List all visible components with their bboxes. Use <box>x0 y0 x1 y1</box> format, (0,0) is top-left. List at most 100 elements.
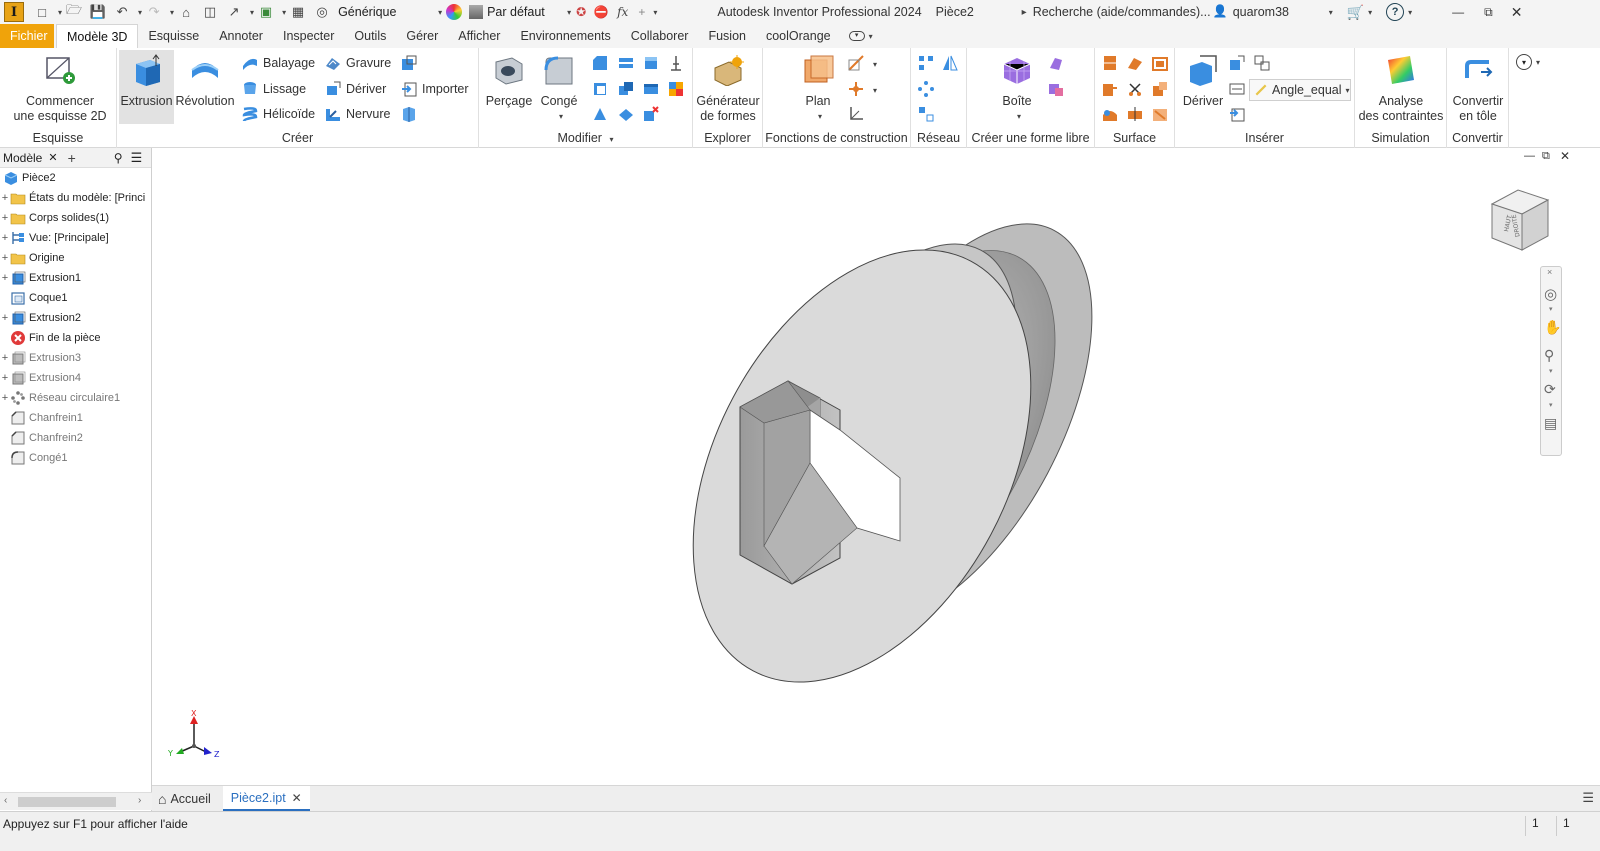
scroll-thumb[interactable] <box>18 797 116 807</box>
tree-node[interactable]: + Extrusion3 <box>0 348 81 368</box>
restore-icon[interactable]: ⧉ <box>1484 5 1493 20</box>
look-at-icon[interactable]: ▤ <box>1544 415 1557 432</box>
zoom-icon[interactable]: ⚲ <box>1544 347 1554 364</box>
rectangular-pattern-icon[interactable] <box>917 54 935 72</box>
cart-icon[interactable]: 🛒 <box>1347 4 1364 21</box>
tab-coolorange[interactable]: coolOrange <box>756 24 841 48</box>
tab-menu-icon[interactable]: ☰ <box>1582 790 1594 806</box>
thicken-icon[interactable] <box>642 80 660 98</box>
tab-modele-3d[interactable]: Modèle 3D <box>56 24 139 48</box>
chevron-down-icon[interactable]: ▾ <box>250 8 254 17</box>
select-icon[interactable]: ↗ <box>226 4 242 20</box>
gravure-button[interactable]: Gravure <box>324 52 391 74</box>
tab-environnements[interactable]: Environnements <box>510 24 620 48</box>
navbar-close-icon[interactable]: × <box>1547 267 1552 277</box>
insert-icon-2[interactable] <box>1253 54 1271 72</box>
browser-scrollbar[interactable]: ‹ › <box>0 792 152 810</box>
search-icon[interactable]: ⚲ <box>114 151 123 165</box>
adjust-icon[interactable]: ✪ <box>571 5 591 19</box>
derive-small-icon[interactable] <box>400 54 418 72</box>
tab-annoter[interactable]: Annoter <box>209 24 273 48</box>
measure-icon[interactable]: ▣ <box>258 4 274 20</box>
replace-face-icon[interactable] <box>617 105 635 123</box>
chevron-down-icon[interactable]: ▾ <box>58 8 62 17</box>
home-icon[interactable]: ⌂ <box>178 4 194 20</box>
tab-gerer[interactable]: Gérer <box>396 24 448 48</box>
ribbon-options[interactable]: ▾ ▾ <box>1516 54 1540 70</box>
close-icon[interactable]: ✕ <box>292 791 302 805</box>
tree-node[interactable]: + Corps solides(1) <box>0 208 109 228</box>
revolution-button[interactable]: Révolution <box>175 54 235 109</box>
scroll-right-icon[interactable]: › <box>138 795 141 806</box>
viewport-minimize-icon[interactable]: — <box>1524 150 1535 162</box>
tree-node[interactable]: Fin de la pièce <box>0 328 101 348</box>
insert-icon-3[interactable] <box>1228 80 1246 98</box>
tree-node[interactable]: + Extrusion2 <box>0 308 81 328</box>
insert-icon-1[interactable] <box>1228 54 1246 72</box>
close-icon[interactable]: ✕ <box>48 151 57 164</box>
nervure-button[interactable]: Nervure <box>324 103 390 125</box>
chevron-down-icon[interactable]: ▾ <box>1368 8 1372 17</box>
user-name[interactable]: quarom38 <box>1233 5 1325 19</box>
shell-tool-icon[interactable] <box>617 54 635 72</box>
chevron-down-icon[interactable]: ▾ <box>1549 401 1553 409</box>
parameter-select[interactable]: Angle_equal ▾ <box>1249 79 1351 101</box>
sculpt-icon[interactable] <box>1101 80 1119 98</box>
tree-node[interactable]: + Extrusion1 <box>0 268 81 288</box>
tab-piece2-ipt[interactable]: Pièce2.ipt ✕ <box>222 786 310 811</box>
viewcube[interactable]: HAUT DROITE <box>1482 182 1558 258</box>
delete-face-icon[interactable] <box>642 105 660 123</box>
freeform-edit-icon[interactable] <box>1047 54 1065 72</box>
chevron-down-icon[interactable]: ▾ <box>282 8 286 17</box>
open-folder-icon[interactable]: 🗁 <box>66 2 82 20</box>
importer-button[interactable]: Importer <box>400 78 469 100</box>
close-icon[interactable]: ✕ <box>1511 4 1523 21</box>
minimize-icon[interactable]: — <box>1452 5 1464 19</box>
chamfer-icon[interactable] <box>591 54 609 72</box>
chevron-down-icon[interactable]: ▾ <box>1549 367 1553 375</box>
expand-icon[interactable]: + <box>0 212 10 224</box>
tree-node[interactable]: + Vue: [Principale] <box>0 228 109 248</box>
combine-icon[interactable] <box>617 80 635 98</box>
move-face-icon[interactable] <box>591 105 609 123</box>
insert-deriver-button[interactable]: Dériver <box>1179 54 1227 109</box>
insert-icon-4[interactable] <box>1228 105 1246 123</box>
steering-wheel-icon[interactable]: ◎ <box>1544 285 1557 303</box>
plus-icon[interactable]: + <box>638 5 645 19</box>
lissage-button[interactable]: Lissage <box>241 78 306 100</box>
boite-button[interactable]: Boîte ▾ <box>987 54 1047 124</box>
expand-icon[interactable]: + <box>0 272 10 284</box>
chevron-down-icon[interactable]: ▾ <box>1329 8 1333 17</box>
extrusion-button[interactable]: Extrusion <box>119 50 174 124</box>
new-file-icon[interactable]: □ <box>34 4 50 20</box>
material-select[interactable]: Par défaut <box>465 2 563 22</box>
appearance-ball-icon[interactable]: ◎ <box>314 4 330 20</box>
appearance-select[interactable]: Générique <box>334 2 434 22</box>
part-model[interactable] <box>152 148 1600 785</box>
expand-icon[interactable]: + <box>0 232 10 244</box>
tree-root[interactable]: Pièce2 <box>3 168 56 188</box>
tab-fusion[interactable]: Fusion <box>698 24 756 48</box>
convert-sheet-metal-button[interactable]: Convertir en tôle <box>1447 54 1509 124</box>
freeform-convert-icon[interactable] <box>1047 80 1065 98</box>
tree-node[interactable]: Congé1 <box>0 448 68 468</box>
tab-inspecter[interactable]: Inspecter <box>273 24 344 48</box>
work-axis-icon[interactable] <box>847 54 865 72</box>
update-icon[interactable]: ◫ <box>202 4 218 20</box>
search-arrow-icon[interactable]: ▸ <box>1022 7 1027 18</box>
shape-generator-button[interactable]: Générateur de formes <box>695 54 761 124</box>
balayage-button[interactable]: Balayage <box>241 52 315 74</box>
expand-icon[interactable]: + <box>0 312 10 324</box>
draft-icon[interactable] <box>642 54 660 72</box>
tab-outils[interactable]: Outils <box>344 24 396 48</box>
color-wheel-icon[interactable] <box>446 4 463 20</box>
tab-esquisse[interactable]: Esquisse <box>138 24 209 48</box>
expand-icon[interactable]: + <box>0 252 10 264</box>
expand-icon[interactable]: + <box>0 372 10 384</box>
ribbon-toggle[interactable]: ▾ ▾ <box>841 24 881 48</box>
percage-button[interactable]: Perçage <box>483 54 535 109</box>
pan-icon[interactable]: ✋ <box>1544 319 1561 336</box>
graphics-viewport[interactable]: X Y Z HAUT DROITE — ⧉ ✕ × ◎ ▾ ✋ ⚲ ▾ ⟳ ▾ … <box>152 148 1600 785</box>
panel-label-modifier[interactable]: Modifier ▾ <box>479 130 692 146</box>
expand-icon[interactable]: + <box>0 352 10 364</box>
